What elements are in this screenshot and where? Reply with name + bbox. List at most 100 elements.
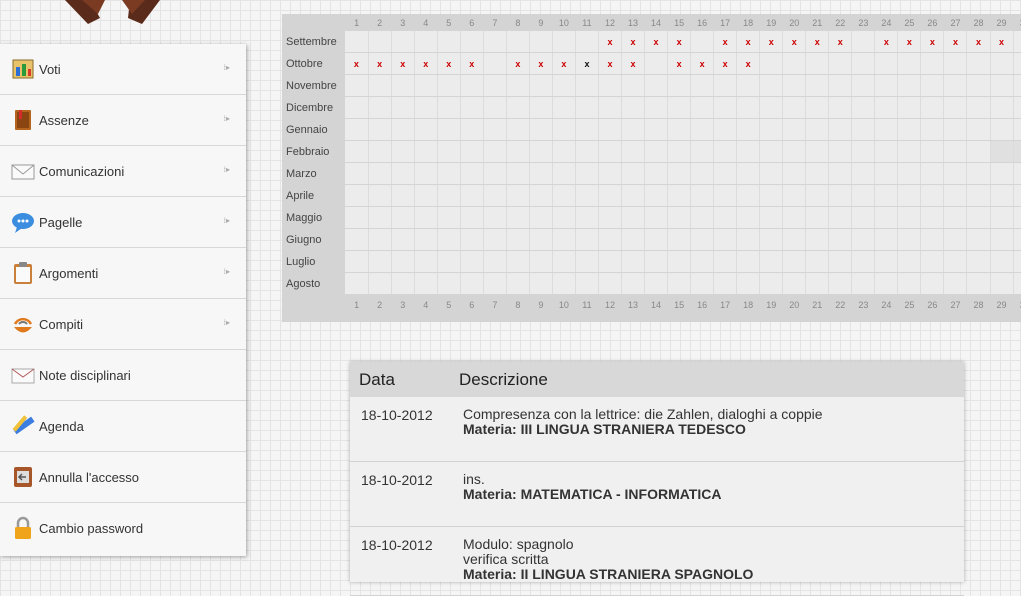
absence-mark[interactable]: x bbox=[437, 52, 461, 75]
calendar-day-cell[interactable] bbox=[598, 96, 623, 119]
absence-mark[interactable]: x bbox=[460, 52, 484, 75]
calendar-day-cell[interactable] bbox=[966, 228, 991, 251]
absence-mark[interactable]: x bbox=[667, 52, 692, 75]
calendar-day-cell[interactable] bbox=[920, 206, 945, 229]
calendar-day-cell[interactable] bbox=[598, 228, 623, 251]
calendar-day-cell[interactable] bbox=[874, 228, 899, 251]
absence-mark[interactable]: x bbox=[713, 52, 738, 75]
calendar-day-cell[interactable] bbox=[621, 74, 646, 97]
calendar-day-cell[interactable] bbox=[1013, 52, 1021, 75]
calendar-day-cell[interactable] bbox=[713, 184, 738, 207]
calendar-day-cell[interactable] bbox=[920, 184, 945, 207]
absence-mark[interactable]: x bbox=[667, 31, 692, 53]
calendar-day-cell[interactable] bbox=[966, 74, 991, 97]
calendar-day-cell[interactable] bbox=[897, 74, 922, 97]
calendar-day-cell[interactable] bbox=[736, 162, 761, 185]
calendar-day-cell[interactable] bbox=[943, 96, 968, 119]
calendar-day-cell[interactable] bbox=[874, 96, 899, 119]
calendar-day-cell[interactable] bbox=[782, 272, 807, 295]
calendar-day-cell[interactable] bbox=[920, 228, 945, 251]
calendar-day-cell[interactable] bbox=[943, 162, 968, 185]
calendar-day-cell[interactable] bbox=[575, 118, 599, 141]
calendar-day-cell[interactable] bbox=[1013, 162, 1021, 185]
calendar-day-cell[interactable] bbox=[483, 31, 507, 53]
calendar-day-cell[interactable] bbox=[414, 184, 438, 207]
calendar-day-cell[interactable] bbox=[391, 31, 415, 53]
calendar-day-cell[interactable] bbox=[1013, 272, 1021, 295]
calendar-day-cell[interactable] bbox=[437, 250, 461, 273]
sidebar-item-comunicazioni[interactable]: Comunicazioni ⁞▸ bbox=[0, 146, 246, 197]
calendar-day-cell[interactable] bbox=[759, 96, 784, 119]
calendar-day-cell[interactable] bbox=[874, 74, 899, 97]
calendar-day-cell[interactable] bbox=[391, 96, 415, 119]
calendar-day-cell[interactable] bbox=[920, 272, 945, 295]
calendar-day-cell[interactable] bbox=[759, 228, 784, 251]
calendar-day-cell[interactable] bbox=[851, 228, 876, 251]
calendar-day-cell[interactable] bbox=[1013, 184, 1021, 207]
calendar-day-cell[interactable] bbox=[851, 31, 876, 53]
calendar-day-cell[interactable] bbox=[782, 250, 807, 273]
calendar-day-cell[interactable] bbox=[391, 206, 415, 229]
calendar-day-cell[interactable] bbox=[990, 74, 1014, 97]
calendar-day-cell[interactable] bbox=[483, 96, 507, 119]
absence-mark[interactable]: x bbox=[690, 52, 715, 75]
absence-mark[interactable]: x bbox=[966, 31, 991, 53]
calendar-day-cell[interactable] bbox=[575, 206, 599, 229]
calendar-day-cell[interactable] bbox=[759, 206, 784, 229]
calendar-day-cell[interactable] bbox=[644, 96, 669, 119]
calendar-day-cell[interactable] bbox=[851, 118, 876, 141]
calendar-day-cell[interactable] bbox=[552, 272, 576, 295]
calendar-day-cell[interactable] bbox=[966, 272, 991, 295]
calendar-day-cell[interactable] bbox=[460, 272, 484, 295]
calendar-day-cell[interactable] bbox=[736, 272, 761, 295]
calendar-day-cell[interactable] bbox=[391, 184, 415, 207]
calendar-day-cell[interactable] bbox=[552, 250, 576, 273]
calendar-day-cell[interactable] bbox=[736, 184, 761, 207]
calendar-day-cell[interactable] bbox=[529, 184, 553, 207]
sidebar-item-assenze[interactable]: Assenze ⁞▸ bbox=[0, 95, 246, 146]
absence-mark[interactable]: x bbox=[621, 31, 646, 53]
calendar-day-cell[interactable] bbox=[506, 228, 530, 251]
calendar-day-cell[interactable] bbox=[667, 118, 692, 141]
calendar-day-cell[interactable] bbox=[644, 228, 669, 251]
calendar-day-cell[interactable] bbox=[368, 250, 392, 273]
calendar-day-cell[interactable] bbox=[506, 184, 530, 207]
calendar-day-cell[interactable] bbox=[575, 140, 599, 163]
calendar-day-cell[interactable] bbox=[1013, 118, 1021, 141]
calendar-day-cell[interactable] bbox=[667, 272, 692, 295]
calendar-day-cell[interactable] bbox=[644, 272, 669, 295]
calendar-day-cell[interactable] bbox=[943, 250, 968, 273]
calendar-day-cell[interactable] bbox=[552, 74, 576, 97]
calendar-day-cell[interactable] bbox=[805, 118, 830, 141]
calendar-day-cell[interactable] bbox=[368, 140, 392, 163]
calendar-day-cell[interactable] bbox=[874, 52, 899, 75]
absence-mark[interactable]: x bbox=[897, 31, 922, 53]
absence-mark[interactable]: x bbox=[552, 52, 576, 75]
calendar-day-cell[interactable] bbox=[345, 162, 369, 185]
calendar-day-cell[interactable] bbox=[713, 162, 738, 185]
calendar-day-cell[interactable] bbox=[552, 162, 576, 185]
calendar-day-cell[interactable] bbox=[644, 206, 669, 229]
calendar-day-cell[interactable] bbox=[598, 162, 623, 185]
calendar-day-cell[interactable] bbox=[575, 228, 599, 251]
calendar-day-cell[interactable] bbox=[345, 184, 369, 207]
calendar-day-cell[interactable] bbox=[897, 118, 922, 141]
absence-mark[interactable]: x bbox=[621, 52, 646, 75]
calendar-day-cell[interactable] bbox=[598, 118, 623, 141]
calendar-day-cell[interactable] bbox=[667, 206, 692, 229]
calendar-day-cell[interactable] bbox=[966, 250, 991, 273]
calendar-day-cell[interactable] bbox=[552, 228, 576, 251]
absence-mark[interactable]: x bbox=[828, 31, 853, 53]
sidebar-item-note-disciplinari[interactable]: Note disciplinari bbox=[0, 350, 246, 401]
calendar-day-cell[interactable] bbox=[805, 272, 830, 295]
calendar-day-cell[interactable] bbox=[575, 184, 599, 207]
calendar-day-cell[interactable] bbox=[368, 228, 392, 251]
calendar-day-cell[interactable] bbox=[483, 250, 507, 273]
calendar-day-cell[interactable] bbox=[828, 74, 853, 97]
calendar-day-cell[interactable] bbox=[391, 74, 415, 97]
absence-mark[interactable]: x bbox=[920, 31, 945, 53]
calendar-day-cell[interactable] bbox=[460, 31, 484, 53]
calendar-day-cell[interactable] bbox=[851, 96, 876, 119]
calendar-day-cell[interactable] bbox=[759, 250, 784, 273]
absence-mark[interactable]: x bbox=[598, 52, 623, 75]
